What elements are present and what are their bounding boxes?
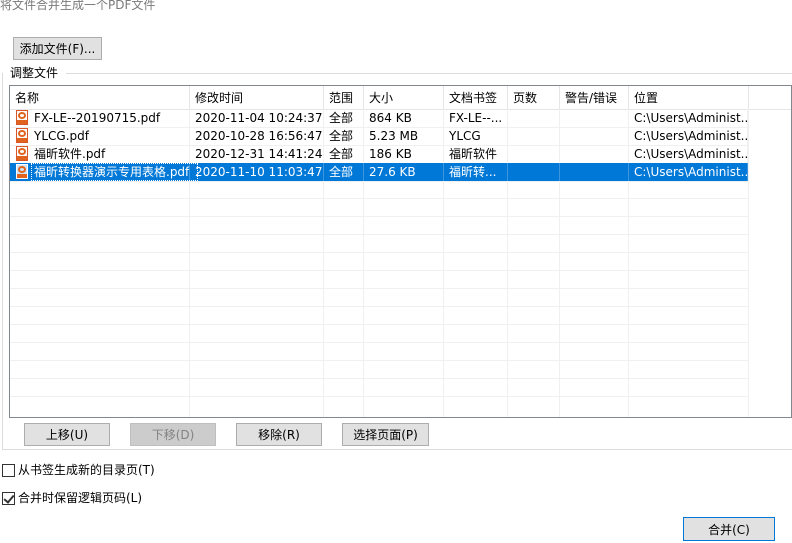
move-down-button[interactable]: 下移(D): [130, 423, 216, 446]
cell-modified: 2020-10-28 16:56:47: [190, 127, 324, 145]
add-file-button[interactable]: 添加文件(F)...: [13, 37, 102, 60]
cell-warning: [560, 109, 629, 127]
window-title: 将文件合并生成一个PDF文件: [0, 0, 156, 12]
group-rule: [66, 73, 792, 74]
grid-line: [10, 270, 748, 271]
pdf-file-icon: [16, 146, 28, 161]
remove-button[interactable]: 移除(R): [236, 423, 322, 446]
move-up-button[interactable]: 上移(U): [24, 423, 110, 446]
cell-range: 全部: [324, 109, 364, 127]
cell-location: C:\Users\Administ...: [629, 163, 748, 181]
focus-rectangle: [31, 163, 198, 181]
cell-size: 864 KB: [364, 109, 444, 127]
select-pages-button[interactable]: 选择页面(P): [342, 423, 429, 446]
column-header-modified[interactable]: 修改时间: [190, 86, 324, 109]
cell-warning: [560, 163, 629, 181]
toc-from-bookmarks-checkbox[interactable]: [2, 464, 15, 477]
table-row-selected[interactable]: 福昕转换器演示专用表格.pdf 2020-11-10 11:03:47 全部 2…: [10, 163, 748, 182]
merge-button[interactable]: 合并(C): [683, 517, 775, 541]
pdf-file-icon: [16, 128, 28, 143]
list-header: 名称 修改时间 范围 大小 文档书签 页数 警告/错误 位置: [10, 86, 791, 110]
column-header-bookmark[interactable]: 文档书签: [444, 86, 508, 109]
grid-line: [10, 324, 748, 325]
column-header-size[interactable]: 大小: [364, 86, 444, 109]
cell-modified: 2020-11-04 10:24:37: [190, 109, 324, 127]
cell-location: C:\Users\Administ...: [629, 145, 748, 163]
grid-line: [10, 342, 748, 343]
cell-pages: [508, 145, 560, 163]
file-name: FX-LE--20190715.pdf: [34, 111, 161, 125]
pdf-file-icon: [16, 164, 28, 179]
grid-line: [10, 234, 748, 235]
file-list[interactable]: 名称 修改时间 范围 大小 文档书签 页数 警告/错误 位置 FX-LE--20…: [9, 85, 792, 418]
cell-size: 27.6 KB: [364, 163, 444, 181]
cell-range: 全部: [324, 145, 364, 163]
cell-name: YLCG.pdf: [10, 127, 190, 145]
grid-line: [10, 306, 748, 307]
grid-line: [10, 252, 748, 253]
cell-size: 5.23 MB: [364, 127, 444, 145]
cell-warning: [560, 145, 629, 163]
pdf-file-icon: [16, 110, 28, 125]
keep-logical-page-numbers-label[interactable]: 合并时保留逻辑页码(L): [18, 490, 142, 506]
column-header-pages[interactable]: 页数: [508, 86, 560, 109]
cell-modified: 2020-12-31 14:41:24: [190, 145, 324, 163]
cell-bookmark: 福昕转...: [444, 163, 508, 181]
file-name: 福昕软件.pdf: [34, 147, 106, 161]
toc-from-bookmarks-label[interactable]: 从书签生成新的目录页(T): [18, 462, 155, 478]
column-header-name[interactable]: 名称: [10, 86, 190, 109]
cell-range: 全部: [324, 163, 364, 181]
cell-range: 全部: [324, 127, 364, 145]
cell-warning: [560, 127, 629, 145]
file-name: YLCG.pdf: [34, 129, 89, 143]
table-row[interactable]: YLCG.pdf 2020-10-28 16:56:47 全部 5.23 MB …: [10, 127, 748, 146]
grid-line: [10, 378, 748, 379]
grid-line: [10, 216, 748, 217]
grid-line: [10, 198, 748, 199]
cell-location: C:\Users\Administ...: [629, 127, 748, 145]
cell-size: 186 KB: [364, 145, 444, 163]
column-header-location[interactable]: 位置: [629, 86, 749, 109]
grid-line: [10, 396, 748, 397]
keep-logical-page-numbers-checkbox[interactable]: [2, 492, 15, 505]
cell-name: FX-LE--20190715.pdf: [10, 109, 190, 127]
cell-name: 福昕软件.pdf: [10, 145, 190, 163]
group-label: 调整文件: [10, 66, 59, 80]
cell-modified: 2020-11-10 11:03:47: [190, 163, 324, 181]
cell-bookmark: FX-LE--...: [444, 109, 508, 127]
grid-line: [748, 109, 749, 417]
column-header-range[interactable]: 范围: [324, 86, 364, 109]
cell-bookmark: YLCG: [444, 127, 508, 145]
grid-line: [10, 288, 748, 289]
cell-bookmark: 福昕软件: [444, 145, 508, 163]
cell-pages: [508, 109, 560, 127]
grid-line: [10, 360, 748, 361]
table-row[interactable]: 福昕软件.pdf 2020-12-31 14:41:24 全部 186 KB 福…: [10, 145, 748, 164]
cell-pages: [508, 127, 560, 145]
cell-location: C:\Users\Administ...: [629, 109, 748, 127]
cell-pages: [508, 163, 560, 181]
column-header-warning[interactable]: 警告/错误: [560, 86, 629, 109]
table-row[interactable]: FX-LE--20190715.pdf 2020-11-04 10:24:37 …: [10, 109, 748, 128]
